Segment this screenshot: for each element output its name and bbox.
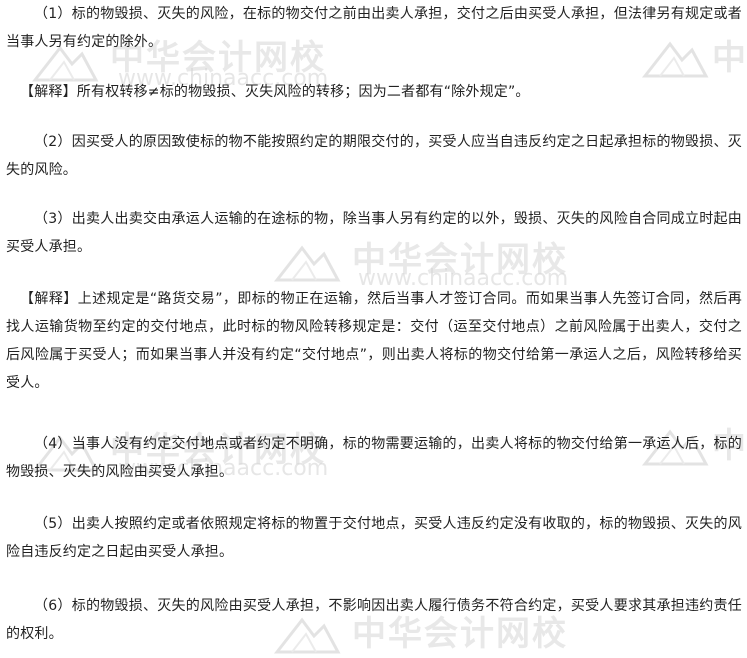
paragraph-5: （5）出卖人按照约定或者依照规定将标的物置于交付地点，买受人违反约定没有收取的，… — [6, 516, 742, 560]
paragraph-3: （3）出卖人出卖交由承运人运输的在途标的物，除当事人另有约定的以外，毁损、灭失的… — [6, 211, 742, 255]
paragraph-6: （6）标的物毁损、灭失的风险由买受人承担，不影响因出卖人履行债务不符合约定，买受… — [6, 598, 742, 642]
explanation-2: 【解释】上述规定是“路货交易”，即标的物正在运输，然后当事人才签订合同。而如果当… — [6, 291, 742, 391]
document-page: 中华会计网校 www.chinaacc.com 中华会计网校 中华会计网校 ww… — [0, 0, 747, 654]
paragraph-1: （1）标的物毁损、灭失的风险，在标的物交付之前由出卖人承担，交付之后由买受人承担… — [6, 6, 742, 50]
paragraph-2: （2）因买受人的原因致使标的物不能按照约定的期限交付的，买受人应当自违反约定之日… — [6, 134, 742, 178]
paragraph-4: （4）当事人没有约定交付地点或者约定不明确，标的物需要运输的，出卖人将标的物交付… — [6, 436, 742, 480]
explanation-1: 【解释】所有权转移≠标的物毁损、灭失风险的转移；因为二者都有“除外规定”。 — [20, 84, 530, 100]
